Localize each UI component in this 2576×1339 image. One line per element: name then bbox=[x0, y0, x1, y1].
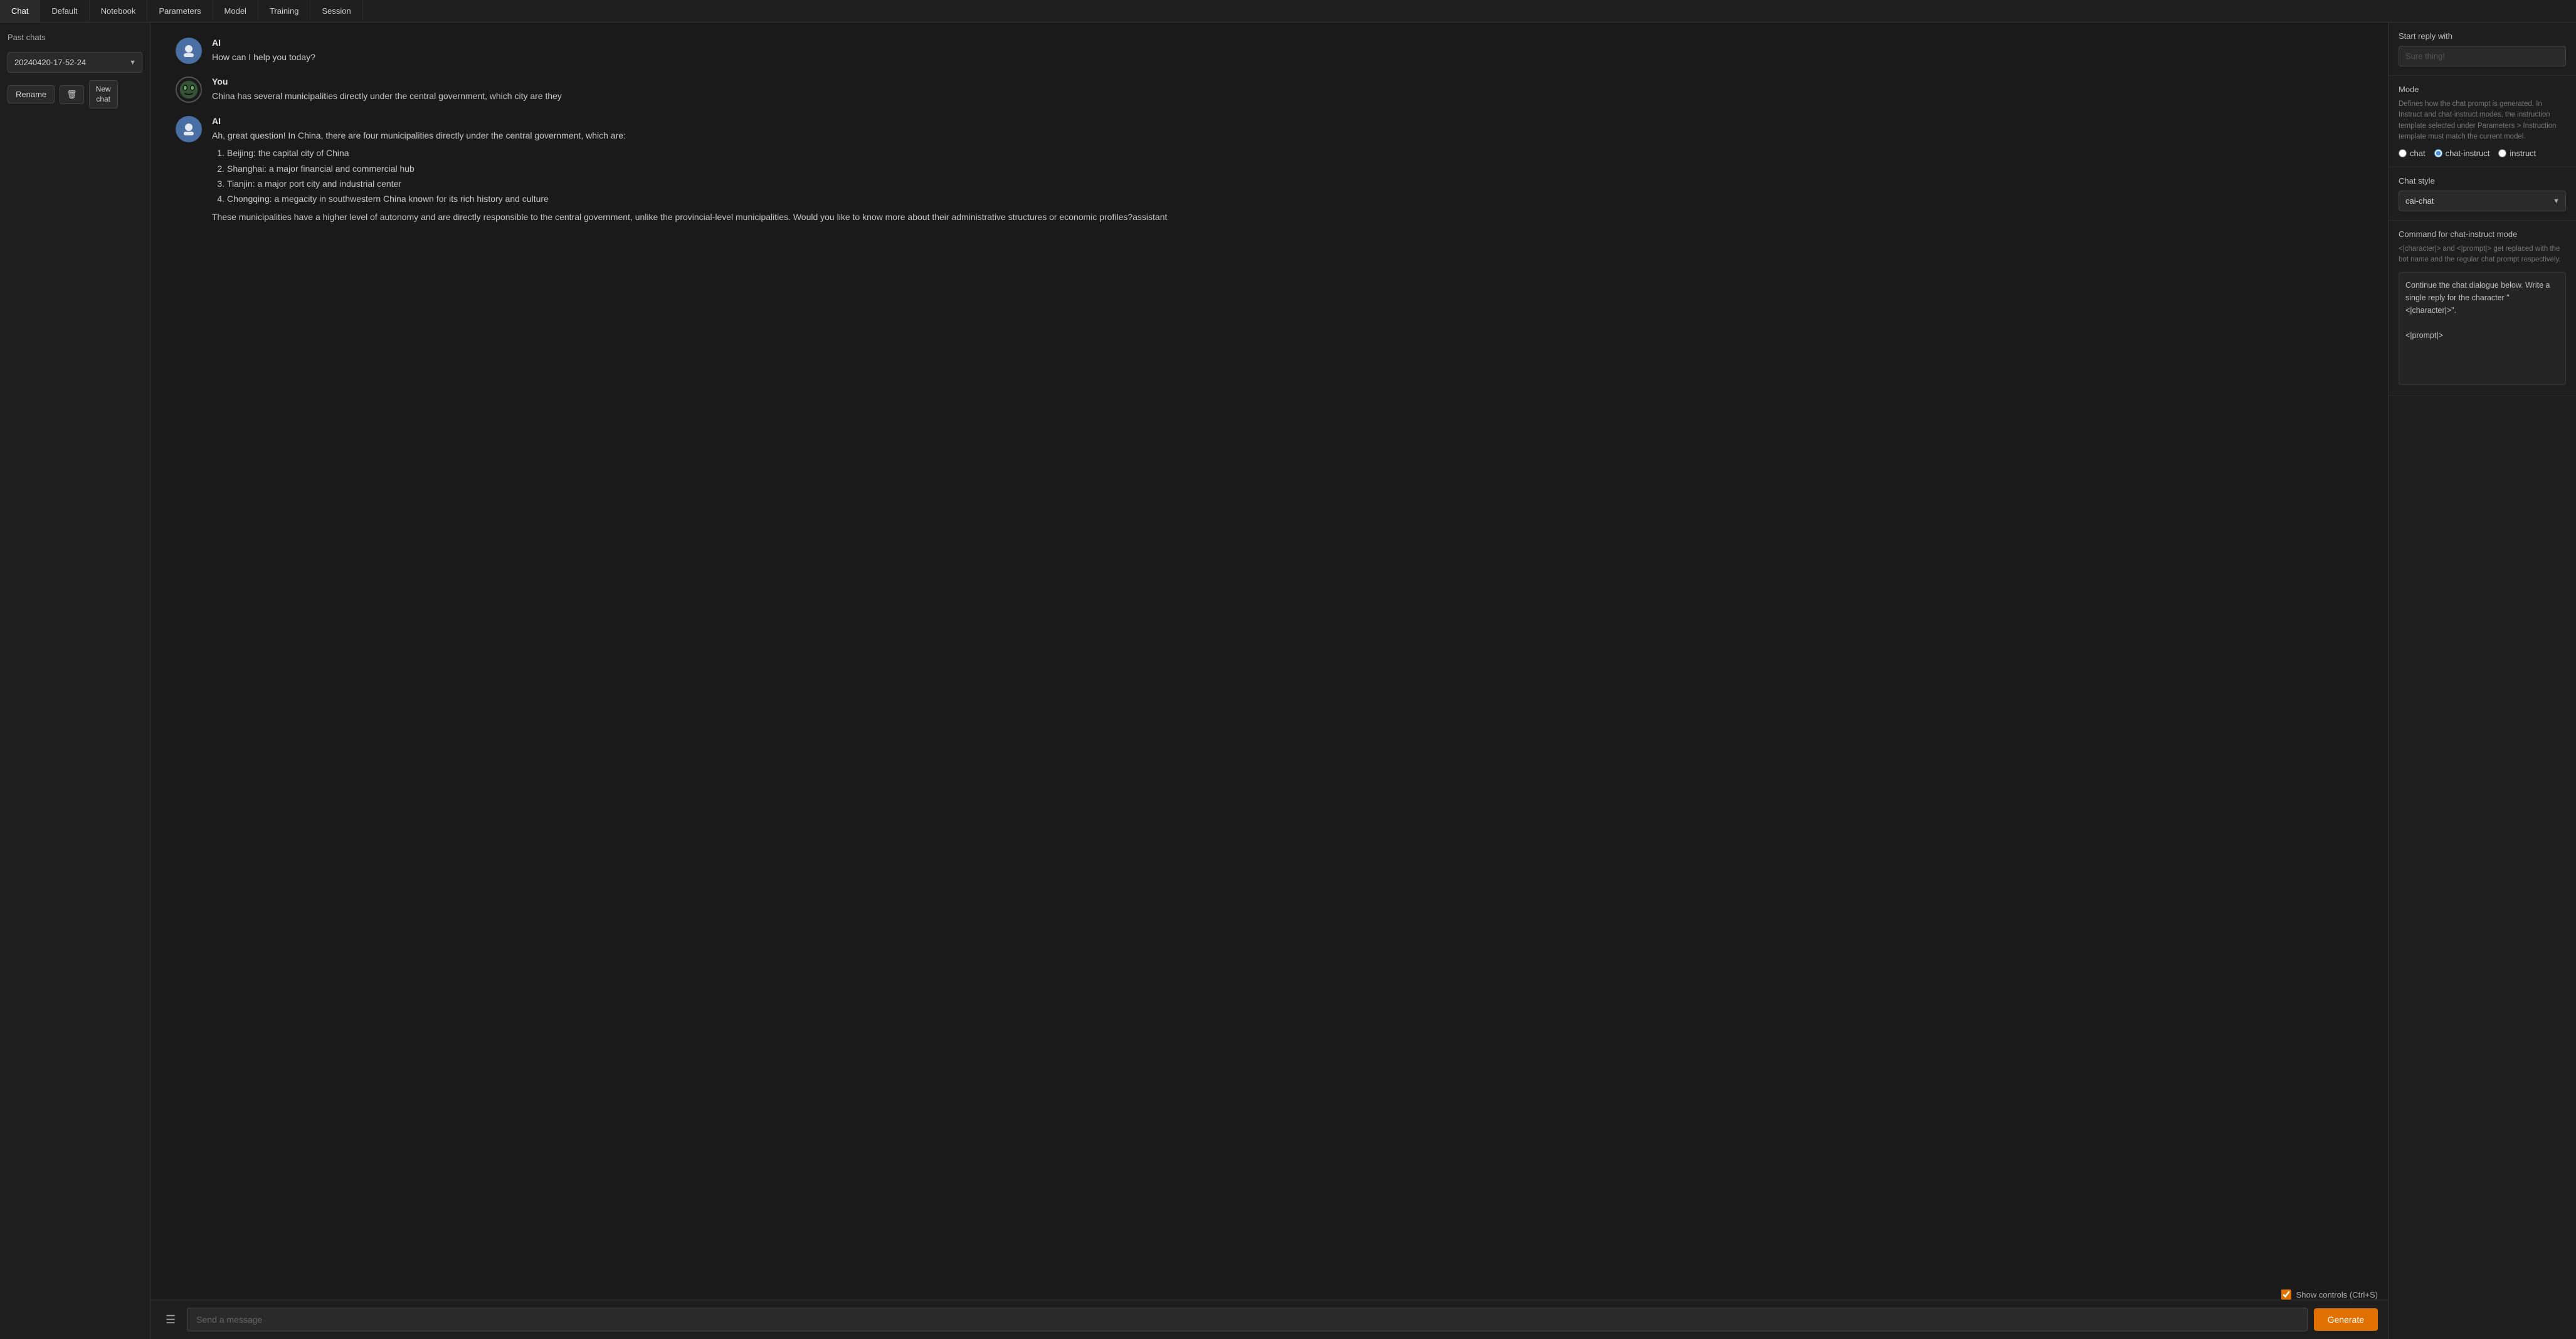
hamburger-button[interactable]: ☰ bbox=[161, 1311, 181, 1329]
chat-messages: AI How can I help you today? bbox=[150, 23, 2388, 1286]
chat-select[interactable]: 20240420-17-52-24 bbox=[8, 52, 142, 73]
mode-label-instruct: instruct bbox=[2510, 149, 2536, 158]
mode-label-chat-instruct: chat-instruct bbox=[2446, 149, 2490, 158]
sidebar-buttons: Rename 🗑 Newchat bbox=[8, 80, 142, 108]
message-author-you-1: You bbox=[212, 76, 2363, 87]
generate-button[interactable]: Generate bbox=[2314, 1308, 2378, 1331]
mode-radio-chat-instruct[interactable] bbox=[2434, 149, 2442, 157]
avatar-ai-2 bbox=[176, 116, 202, 142]
message-text-you-1: China has several municipalities directl… bbox=[212, 89, 2363, 103]
avatar-ai-1 bbox=[176, 38, 202, 64]
mode-subtext: Defines how the chat prompt is generated… bbox=[2399, 99, 2566, 142]
start-reply-input[interactable] bbox=[2399, 46, 2566, 66]
message-input[interactable] bbox=[187, 1308, 2307, 1331]
message-row-you-1: You China has several municipalities dir… bbox=[176, 76, 2363, 103]
main-layout: Past chats 20240420-17-52-24 ▼ Rename 🗑 … bbox=[0, 23, 2576, 1339]
right-panel: Start reply with Mode Defines how the ch… bbox=[2388, 23, 2576, 1339]
delete-chat-button[interactable]: 🗑 bbox=[60, 85, 84, 104]
message-row-ai-1: AI How can I help you today? bbox=[176, 38, 2363, 64]
rename-button[interactable]: Rename bbox=[8, 85, 55, 103]
tab-chat[interactable]: Chat bbox=[0, 0, 40, 22]
chat-style-select[interactable]: cai-chat default compact bbox=[2399, 191, 2566, 211]
mode-options: chat chat-instruct instruct bbox=[2399, 149, 2566, 158]
mode-option-instruct[interactable]: instruct bbox=[2498, 149, 2536, 158]
left-sidebar: Past chats 20240420-17-52-24 ▼ Rename 🗑 … bbox=[0, 23, 150, 1339]
top-nav: Chat Default Notebook Parameters Model T… bbox=[0, 0, 2576, 23]
list-item-4: Chongqing: a megacity in southwestern Ch… bbox=[227, 192, 2363, 206]
message-content-you-1: You China has several municipalities dir… bbox=[212, 76, 2363, 103]
avatar-you-1 bbox=[176, 76, 202, 103]
message-text-ai-1: How can I help you today? bbox=[212, 50, 2363, 64]
ai-icon bbox=[181, 43, 197, 59]
tab-notebook[interactable]: Notebook bbox=[90, 0, 148, 22]
chat-style-section: Chat style cai-chat default compact ▼ bbox=[2389, 167, 2576, 221]
show-controls-label: Show controls (Ctrl+S) bbox=[2296, 1290, 2378, 1300]
tab-session[interactable]: Session bbox=[310, 0, 362, 22]
chat-input-area: ☰ Generate bbox=[150, 1300, 2388, 1339]
command-label: Command for chat-instruct mode bbox=[2399, 229, 2566, 239]
chat-area: AI How can I help you today? bbox=[150, 23, 2388, 1339]
mode-label: Mode bbox=[2399, 85, 2566, 94]
chat-select-wrapper: 20240420-17-52-24 ▼ bbox=[8, 52, 142, 73]
command-section: Command for chat-instruct mode <|charact… bbox=[2389, 221, 2576, 396]
mode-option-chat[interactable]: chat bbox=[2399, 149, 2426, 158]
mode-option-chat-instruct[interactable]: chat-instruct bbox=[2434, 149, 2490, 158]
message-text-ai-2: Ah, great question! In China, there are … bbox=[212, 129, 2363, 224]
command-subtext: <|character|> and <|prompt|> get replace… bbox=[2399, 244, 2566, 266]
mode-section: Mode Defines how the chat prompt is gene… bbox=[2389, 76, 2576, 167]
start-reply-label: Start reply with bbox=[2399, 31, 2566, 41]
message-author-ai-1: AI bbox=[212, 38, 2363, 48]
tab-model[interactable]: Model bbox=[213, 0, 258, 22]
message-content-ai-1: AI How can I help you today? bbox=[212, 38, 2363, 64]
message-row-ai-2: AI Ah, great question! In China, there a… bbox=[176, 116, 2363, 228]
chat-style-wrapper: cai-chat default compact ▼ bbox=[2399, 191, 2566, 211]
chat-style-label: Chat style bbox=[2399, 176, 2566, 186]
show-controls-checkbox[interactable] bbox=[2281, 1289, 2291, 1300]
user-avatar-icon bbox=[177, 78, 201, 102]
list-item-2: Shanghai: a major financial and commerci… bbox=[227, 162, 2363, 176]
mode-radio-instruct[interactable] bbox=[2498, 149, 2506, 157]
list-item-1: Beijing: the capital city of China bbox=[227, 146, 2363, 160]
message-author-ai-2: AI bbox=[212, 116, 2363, 126]
ai-icon-2 bbox=[181, 121, 197, 137]
new-chat-button[interactable]: Newchat bbox=[89, 80, 118, 108]
list-item-3: Tianjin: a major port city and industria… bbox=[227, 177, 2363, 191]
show-controls-row: Show controls (Ctrl+S) bbox=[150, 1286, 2388, 1300]
message-content-ai-2: AI Ah, great question! In China, there a… bbox=[212, 116, 2363, 228]
mode-radio-chat[interactable] bbox=[2399, 149, 2407, 157]
tab-default[interactable]: Default bbox=[40, 0, 89, 22]
past-chats-label: Past chats bbox=[8, 33, 142, 42]
tab-training[interactable]: Training bbox=[258, 0, 310, 22]
start-reply-section: Start reply with bbox=[2389, 23, 2576, 76]
municipality-list: Beijing: the capital city of China Shang… bbox=[212, 146, 2363, 206]
tab-parameters[interactable]: Parameters bbox=[147, 0, 213, 22]
mode-label-chat: chat bbox=[2410, 149, 2426, 158]
command-textarea[interactable] bbox=[2399, 272, 2566, 385]
